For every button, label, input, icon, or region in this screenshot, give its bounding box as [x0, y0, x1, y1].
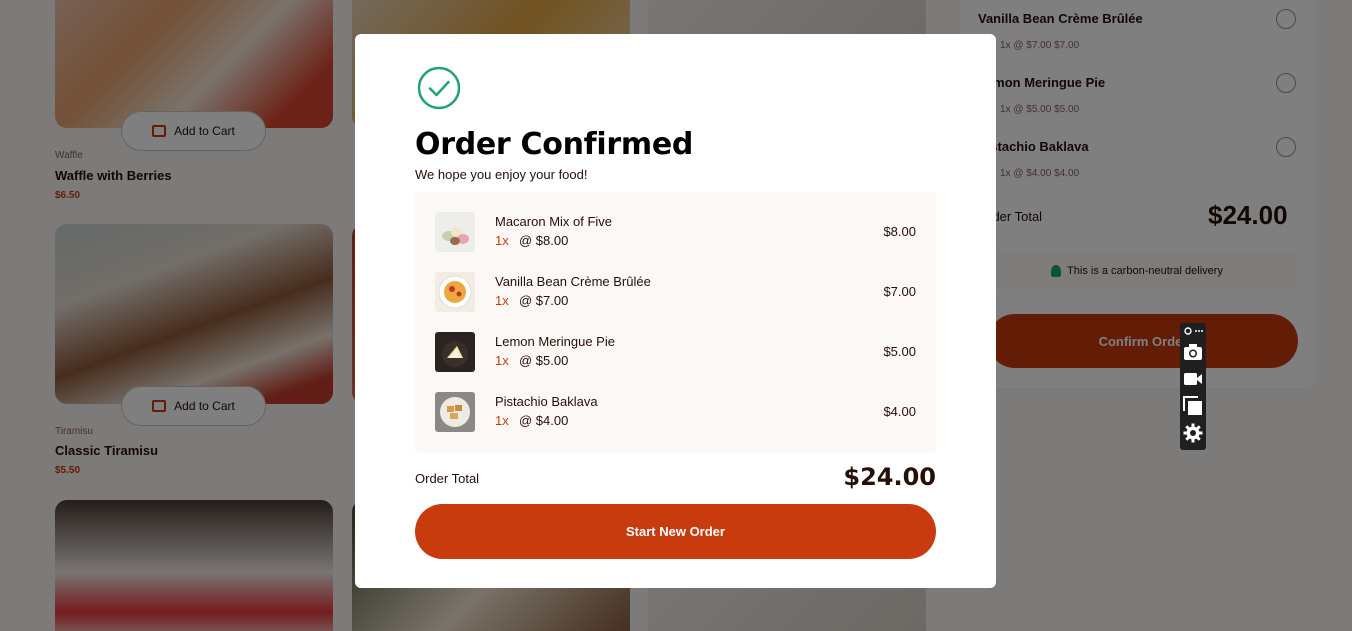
item-name: Lemon Meringue Pie: [495, 334, 615, 349]
gear-icon[interactable]: [1183, 423, 1203, 443]
order-item: Vanilla Bean Crème Brûlée 1x @ $7.00 $7.…: [415, 252, 936, 312]
order-summary: Macaron Mix of Five 1x @ $8.00 $8.00 Van…: [415, 192, 936, 453]
item-unit-price: @ $4.00: [519, 413, 569, 428]
item-quantity: 1x: [495, 353, 509, 368]
order-total-label: Order Total: [415, 471, 480, 486]
order-total-value: $24.00: [843, 463, 936, 491]
order-item: Lemon Meringue Pie 1x @ $5.00 $5.00: [415, 312, 936, 372]
lemon-pie-thumbnail: [435, 332, 475, 372]
start-new-order-button[interactable]: Start New Order: [415, 504, 936, 559]
modal-subtitle: We hope you enjoy your food!: [415, 167, 588, 182]
link-icon[interactable]: [1183, 325, 1203, 337]
item-unit-price: @ $5.00: [519, 353, 569, 368]
baklava-thumbnail: [435, 392, 475, 432]
order-item: Macaron Mix of Five 1x @ $8.00 $8.00: [415, 192, 936, 252]
item-name: Macaron Mix of Five: [495, 214, 613, 229]
item-unit-price: @ $7.00: [519, 293, 569, 308]
check-circle-icon: [417, 66, 461, 110]
item-total: $4.00: [883, 404, 916, 419]
item-quantity: 1x: [495, 233, 509, 248]
item-total: $8.00: [883, 224, 916, 239]
capture-toolbar: [1180, 323, 1206, 450]
modal-title: Order Confirmed: [415, 127, 694, 162]
order-item: Pistachio Baklava 1x @ $4.00 $4.00: [415, 372, 936, 432]
camera-icon[interactable]: [1183, 342, 1203, 362]
order-confirmed-modal: Order Confirmed We hope you enjoy your f…: [355, 34, 996, 588]
item-quantity: 1x: [495, 413, 509, 428]
item-name: Vanilla Bean Crème Brûlée: [495, 274, 651, 289]
video-icon[interactable]: [1183, 369, 1203, 389]
item-unit-price: @ $8.00: [519, 233, 569, 248]
copy-icon[interactable]: [1183, 396, 1203, 416]
creme-brulee-thumbnail: [435, 272, 475, 312]
item-total: $5.00: [883, 344, 916, 359]
item-total: $7.00: [883, 284, 916, 299]
item-quantity: 1x: [495, 293, 509, 308]
macaron-thumbnail: [435, 212, 475, 252]
item-name: Pistachio Baklava: [495, 394, 598, 409]
